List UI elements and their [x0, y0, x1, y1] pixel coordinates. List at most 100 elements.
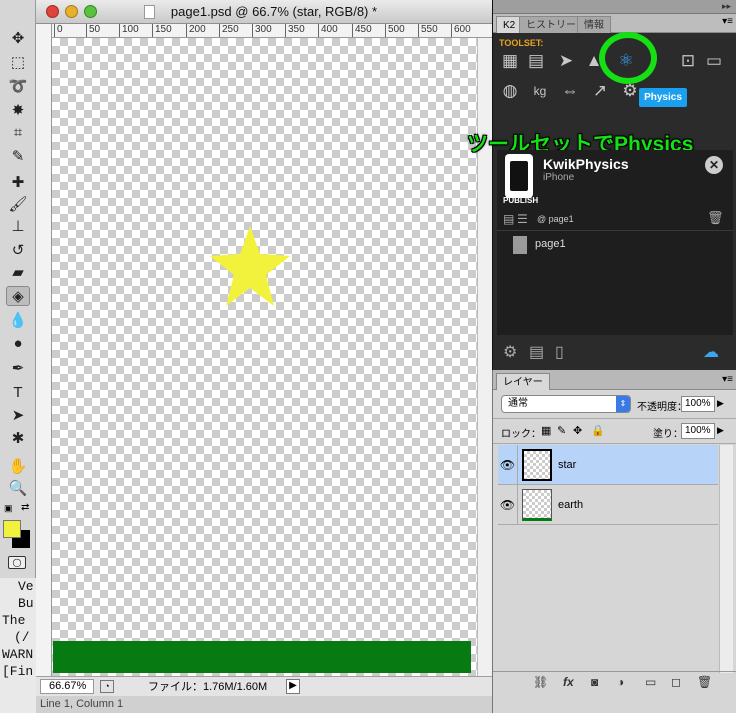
panel-menu-icon[interactable]: ▾≡ — [722, 16, 733, 27]
swap-colors-icon[interactable]: ⇄ — [21, 502, 29, 513]
new-layer-icon[interactable]: ◻ — [671, 675, 681, 689]
layer-thumbnail — [522, 489, 552, 521]
fill-field[interactable]: 100% — [681, 423, 715, 439]
divider — [497, 230, 733, 231]
layer-row-star[interactable]: 👁 star — [498, 445, 718, 485]
magic-wand-tool-icon[interactable]: ✸ — [6, 100, 30, 120]
pin-icon[interactable]: ↗ — [589, 80, 611, 102]
delete-layer-icon[interactable]: 🗑 — [697, 675, 712, 689]
ruler-mark: 500 — [385, 24, 405, 37]
document-canvas[interactable] — [52, 38, 477, 676]
opacity-arrow-icon[interactable]: ▶ — [717, 398, 724, 409]
lock-paint-icon[interactable]: ✎ — [557, 424, 566, 437]
brush-tool-icon[interactable]: 🖌 — [6, 194, 30, 214]
star-shape[interactable] — [210, 226, 290, 308]
zoom-field[interactable]: 66.67% — [40, 679, 94, 694]
zoom-window-button[interactable] — [84, 5, 97, 18]
lasso-tool-icon[interactable]: ➰ — [6, 76, 30, 96]
crop-tool-icon[interactable]: ⌗ — [6, 122, 30, 142]
ruler-mark: 150 — [152, 24, 172, 37]
new-group-icon[interactable]: ▭ — [645, 675, 656, 689]
link-layers-icon[interactable]: ⛓ — [533, 675, 548, 689]
layers-menu-icon[interactable]: ▾≡ — [722, 374, 733, 385]
foreground-color-swatch[interactable] — [3, 520, 21, 538]
console-line: WARN — [2, 647, 34, 662]
layer-name: earth — [558, 499, 584, 511]
close-project-icon[interactable]: ✕ — [705, 156, 723, 174]
blur-tool-icon[interactable]: 💧 — [6, 310, 30, 330]
book-icon[interactable]: ▦ — [499, 50, 521, 72]
layers-stack-icon[interactable]: ▤ — [529, 342, 544, 362]
dumbbell-icon[interactable]: ⇔ — [559, 80, 581, 102]
tablet-icon[interactable] — [505, 154, 533, 198]
lock-transparency-icon[interactable]: ▦ — [541, 424, 551, 437]
tab-info[interactable]: 情報 — [577, 16, 611, 33]
page-item[interactable]: page1 — [535, 238, 566, 250]
move-tool-icon[interactable]: ✥ — [6, 28, 30, 48]
add-mask-icon[interactable]: ◙ — [591, 675, 598, 689]
ruler-mark: 400 — [318, 24, 338, 37]
pages-icon[interactable]: ▤ — [503, 212, 514, 226]
fill-arrow-icon[interactable]: ▶ — [717, 425, 724, 436]
tab-history[interactable]: ヒストリー — [519, 16, 583, 33]
adjustment-layer-icon[interactable]: ◑ — [617, 675, 624, 689]
k2-tabbar: K2 ヒストリー 情報 ▾≡ — [493, 14, 736, 33]
stamp-tool-icon[interactable]: ⊥ — [6, 216, 30, 236]
k2-panel-header: ▸▸ — [493, 0, 736, 14]
k2-bottom-toolbar: ⚙ ▤ ▯ ☁ — [497, 338, 733, 366]
trash-icon[interactable]: 🗑 — [707, 210, 724, 226]
visibility-eye-icon[interactable]: 👁 — [498, 445, 518, 485]
quick-mask-icon[interactable]: ◯ — [8, 556, 26, 569]
eyedropper-tool-icon[interactable]: ✎ — [6, 146, 30, 166]
list-icon[interactable]: ☰ — [517, 212, 528, 226]
default-colors-icon[interactable]: ▣ — [4, 503, 13, 514]
page-add-icon[interactable]: ⊡ — [677, 50, 699, 72]
dodge-tool-icon[interactable]: ● — [6, 333, 30, 353]
paint-bucket-tool-icon[interactable]: ◈ — [6, 286, 30, 306]
status-icon[interactable]: ◔ — [100, 680, 114, 693]
tab-layers[interactable]: レイヤー — [496, 373, 550, 390]
pen-tool-icon[interactable]: ✒ — [6, 358, 30, 378]
ruler-mark: 200 — [186, 24, 206, 37]
divider — [493, 671, 736, 672]
highlight-circle — [599, 32, 657, 84]
document-title: page1.psd @ 66.7% (star, RGB/8) * — [170, 4, 378, 19]
shape-tool-icon[interactable]: ✱ — [6, 428, 30, 448]
weight-icon[interactable]: kg — [529, 80, 551, 102]
pointer-icon[interactable]: ➤ — [555, 50, 577, 72]
status-menu-arrow-icon[interactable]: ▶ — [286, 679, 300, 694]
fill-label: 塗り： — [653, 429, 683, 440]
ruler-mark: 350 — [285, 24, 305, 37]
ball-icon[interactable]: ◍ — [499, 80, 521, 102]
layer-row-earth[interactable]: 👁 earth — [498, 485, 718, 525]
hand-tool-icon[interactable]: ✋ — [6, 456, 30, 476]
marquee-tool-icon[interactable]: ⬚ — [6, 52, 30, 72]
lock-all-icon[interactable]: 🔒 — [591, 424, 605, 437]
collapse-icon[interactable]: ▸▸ — [722, 1, 731, 12]
history-brush-tool-icon[interactable]: ↺ — [6, 240, 30, 260]
k2-panel: ▸▸ K2 ヒストリー 情報 ▾≡ TOOLSET: ▦ ▤ ➤ ▲ ⚛ ⊡ ▭… — [467, 0, 736, 370]
grid-icon[interactable]: ▤ — [525, 50, 547, 72]
close-window-button[interactable] — [46, 5, 59, 18]
lock-move-icon[interactable]: ✥ — [573, 424, 582, 437]
visibility-eye-icon[interactable]: 👁 — [498, 485, 518, 525]
eraser-tool-icon[interactable]: ▰ — [6, 262, 30, 282]
type-tool-icon[interactable]: T — [6, 382, 30, 402]
layers-scrollbar[interactable] — [719, 445, 733, 673]
path-selection-tool-icon[interactable]: ➤ — [6, 405, 30, 425]
blend-mode-select[interactable]: 通常 ⇕ — [501, 395, 631, 413]
physics-tooltip: Physics — [639, 88, 687, 107]
healing-brush-tool-icon[interactable]: ✚ — [6, 172, 30, 192]
document-icon[interactable]: ▯ — [555, 342, 564, 362]
minimize-window-button[interactable] — [65, 5, 78, 18]
folder-icon[interactable]: ▭ — [703, 50, 725, 72]
zoom-tool-icon[interactable]: 🔍 — [6, 478, 30, 498]
layer-style-icon[interactable]: fx — [563, 675, 574, 689]
ruler-mark: 450 — [352, 24, 372, 37]
opacity-field[interactable]: 100% — [681, 396, 715, 412]
earth-shape[interactable] — [53, 641, 471, 673]
settings-icon[interactable]: ⚙ — [503, 342, 517, 362]
publish-label[interactable]: PUBLISH — [503, 196, 538, 205]
cloud-icon[interactable]: ☁ — [703, 342, 719, 362]
project-name: KwikPhysics — [543, 156, 629, 172]
